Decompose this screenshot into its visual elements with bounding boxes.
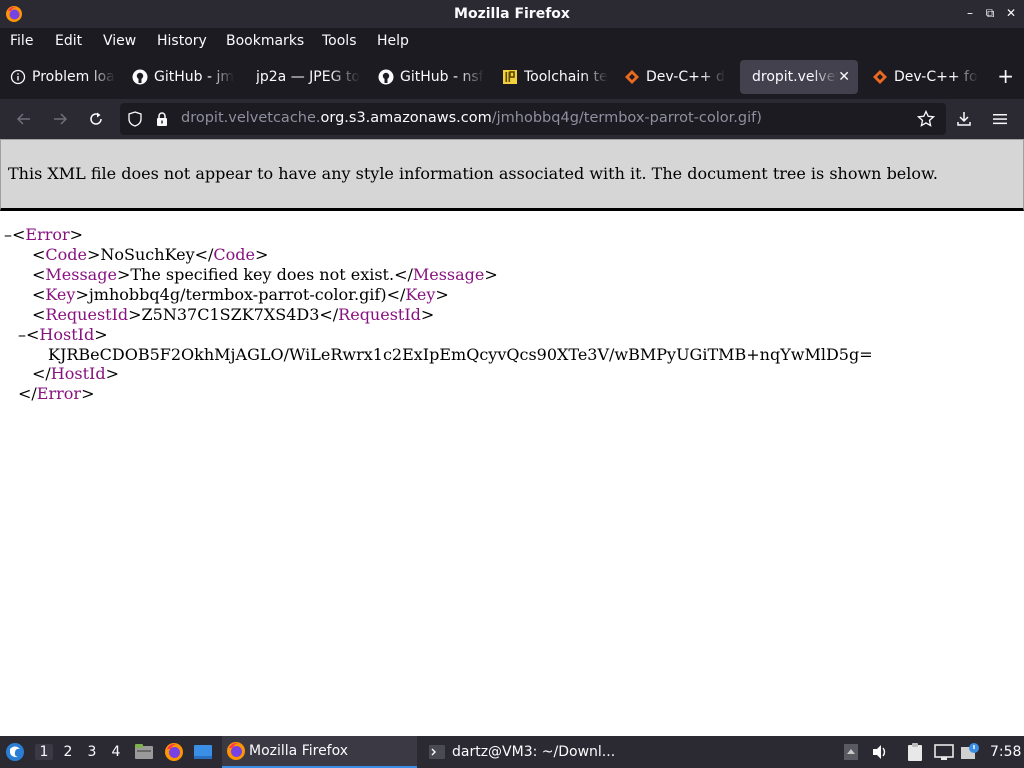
tab-jp2a[interactable]: jp2a — JPEG to <box>244 60 362 94</box>
shield-icon[interactable] <box>123 107 147 131</box>
tab-github-1[interactable]: GitHub - jm <box>122 60 240 94</box>
downloads-icon[interactable] <box>952 107 976 131</box>
menu-help[interactable]: Help <box>377 33 409 49</box>
menu-bookmarks[interactable]: Bookmarks <box>226 33 304 49</box>
xml-hostid-close: </HostId> <box>32 364 119 383</box>
volume-icon[interactable] <box>871 736 889 768</box>
task-label: dartz@VM3: ~/Downl... <box>452 744 616 760</box>
xml-key-line: <Key>jmhobbq4g/termbox-parrot-color.gif)… <box>32 285 449 304</box>
info-icon <box>10 69 26 85</box>
collapse-toggle[interactable]: – <box>4 225 12 244</box>
clipboard-icon[interactable] <box>906 736 924 768</box>
firefox-icon <box>227 742 245 760</box>
xml-hostid-value: KJRBeCDOB5F2OkhMjAGLO/WiLeRwrx1c2ExIpEmQ… <box>48 345 873 364</box>
clock: 7:58 <box>990 744 1022 760</box>
xml-code-line: <Code>NoSuchKey</Code> <box>32 245 269 264</box>
tab-label: GitHub - nsf <box>400 69 484 85</box>
workspace-4[interactable]: 4 <box>107 744 125 760</box>
tab-label: jp2a — JPEG to <box>256 69 360 85</box>
address-bar[interactable]: dropit.velvetcache.org.s3.amazonaws.com/… <box>120 103 946 135</box>
xml-style-notice: This XML file does not appear to have an… <box>0 139 1024 211</box>
new-tab-plus-icon[interactable]: + <box>997 66 1014 86</box>
workspace-3[interactable]: 3 <box>83 744 101 760</box>
app-menu-icon[interactable] <box>4 736 26 768</box>
url-prefix: dropit.velvetcache. <box>181 110 321 126</box>
reload-icon[interactable] <box>84 107 108 131</box>
close-icon[interactable]: ✕ <box>1003 6 1019 20</box>
back-arrow-icon[interactable] <box>12 107 36 131</box>
bookmark-star-icon[interactable] <box>914 107 938 131</box>
url-path: /jmhobbq4g/termbox-parrot-color.gif) <box>491 110 762 126</box>
workspace-2[interactable]: 2 <box>59 744 77 760</box>
menu-file[interactable]: File <box>10 33 33 49</box>
window-title: Mozilla Firefox <box>454 6 570 22</box>
restore-icon[interactable]: ⧉ <box>982 6 998 21</box>
nav-toolbar: dropit.velvetcache.org.s3.amazonaws.com/… <box>0 99 1024 139</box>
tab-label: Dev-C++ d <box>646 69 725 85</box>
xml-error-close: </Error> <box>18 384 95 403</box>
desktop-icon[interactable] <box>193 736 213 768</box>
tab-close-icon[interactable]: ✕ <box>838 69 850 85</box>
url-text: dropit.velvetcache.org.s3.amazonaws.com/… <box>181 110 762 126</box>
github-icon <box>132 69 148 85</box>
devcpp-icon <box>624 69 640 85</box>
lock-icon[interactable] <box>150 107 174 131</box>
xml-message-line: <Message>The specified key does not exis… <box>32 265 498 284</box>
task-firefox[interactable]: Mozilla Firefox <box>222 736 417 768</box>
taskbar: 1 2 3 4 Mozilla Firefox dartz@VM3: ~/Dow… <box>0 736 1024 768</box>
tray-up-arrow-icon[interactable] <box>843 736 859 768</box>
devcpp-icon <box>872 69 888 85</box>
xml-message-value: The specified key does not exist. <box>130 265 395 284</box>
tab-label: dropit.velvetc <box>752 69 838 85</box>
xml-hostid-open: –<HostId> <box>18 325 108 344</box>
window-titlebar: Mozilla Firefox – ⧉ ✕ <box>0 0 1024 29</box>
url-domain: org.s3.amazonaws.com <box>320 110 492 126</box>
ip-icon <box>502 69 518 85</box>
xml-requestid-value: Z5N37C1SZK7XS4D3 <box>141 305 320 324</box>
xml-error-open: –<Error> <box>4 225 84 244</box>
hamburger-menu-icon[interactable] <box>988 107 1012 131</box>
tab-github-2[interactable]: GitHub - nsf <box>368 60 486 94</box>
page-content: This XML file does not appear to have an… <box>0 139 1024 736</box>
tab-label: GitHub - jm <box>154 69 234 85</box>
tab-devcpp-2[interactable]: Dev-C++ fo <box>862 60 978 94</box>
file-manager-icon[interactable] <box>134 736 154 768</box>
tab-problem-loading[interactable]: Problem loa <box>0 60 118 94</box>
menu-tools[interactable]: Tools <box>322 33 357 49</box>
xml-code-value: NoSuchKey <box>100 245 195 264</box>
xml-requestid-line: <RequestId>Z5N37C1SZK7XS4D3</RequestId> <box>32 305 435 324</box>
collapse-toggle[interactable]: – <box>18 325 26 344</box>
xml-key-value: jmhobbq4g/termbox-parrot-color.gif) <box>88 285 387 304</box>
task-label: Mozilla Firefox <box>249 743 349 759</box>
forward-arrow-icon[interactable] <box>48 107 72 131</box>
notification-icon[interactable] <box>960 736 980 768</box>
xml-notice-text: This XML file does not appear to have an… <box>8 164 938 183</box>
tab-dropit-active[interactable]: dropit.velvetc ✕ <box>740 60 858 94</box>
tab-bar: Problem loa GitHub - jm jp2a — JPEG to G… <box>0 55 1024 99</box>
tab-label: Problem loa <box>32 69 115 85</box>
tab-devcpp-1[interactable]: Dev-C++ d <box>614 60 732 94</box>
terminal-icon <box>429 745 445 759</box>
task-terminal[interactable]: dartz@VM3: ~/Downl... <box>424 736 619 768</box>
menu-bar: File Edit View History Bookmarks Tools H… <box>0 29 1024 54</box>
menu-view[interactable]: View <box>103 33 136 49</box>
network-icon[interactable] <box>934 736 954 768</box>
workspace-1[interactable]: 1 <box>35 744 53 760</box>
firefox-launcher-icon[interactable] <box>164 736 184 768</box>
minimize-icon[interactable]: – <box>962 6 978 20</box>
menu-history[interactable]: History <box>157 33 207 49</box>
github-icon <box>378 69 394 85</box>
tab-toolchain[interactable]: Toolchain te <box>492 60 610 94</box>
tab-label: Toolchain te <box>524 69 608 85</box>
tab-label: Dev-C++ fo <box>894 69 978 85</box>
menu-edit[interactable]: Edit <box>55 33 82 49</box>
